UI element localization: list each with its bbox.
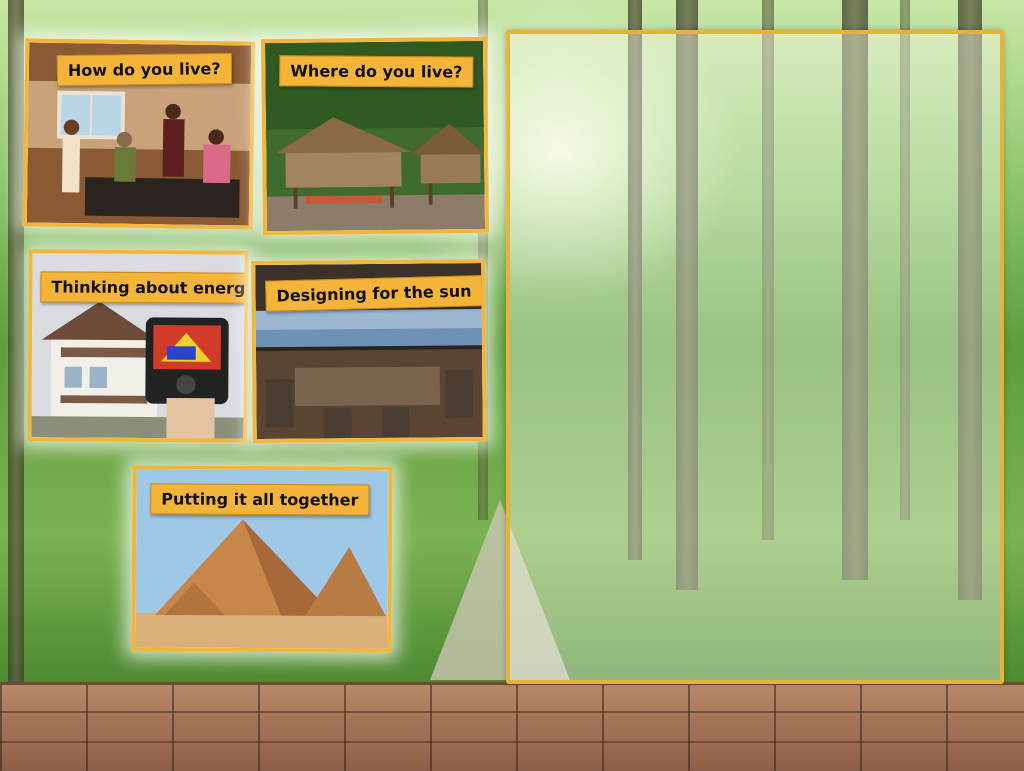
wooden-floor: [0, 682, 1024, 771]
card-label: Putting it all together: [150, 483, 370, 516]
card-label: How do you live?: [56, 53, 232, 87]
floor-plank-line: [0, 711, 1024, 713]
tree-trunk: [8, 0, 24, 690]
card-label: Designing for the sun: [265, 275, 483, 312]
card-label: Thinking about energy: [40, 271, 249, 304]
card-designing-for-the-sun[interactable]: Designing for the sun: [251, 258, 487, 444]
card-how-do-you-live[interactable]: How do you live?: [22, 38, 256, 230]
floor-plank-line: [0, 741, 1024, 743]
card-thinking-about-energy[interactable]: Thinking about energy: [27, 249, 249, 443]
card-where-do-you-live[interactable]: Where do you live?: [260, 36, 490, 236]
card-putting-it-all-together[interactable]: Putting it all together: [131, 465, 393, 653]
card-label: Where do you live?: [279, 55, 474, 88]
content-panel[interactable]: [506, 30, 1004, 684]
